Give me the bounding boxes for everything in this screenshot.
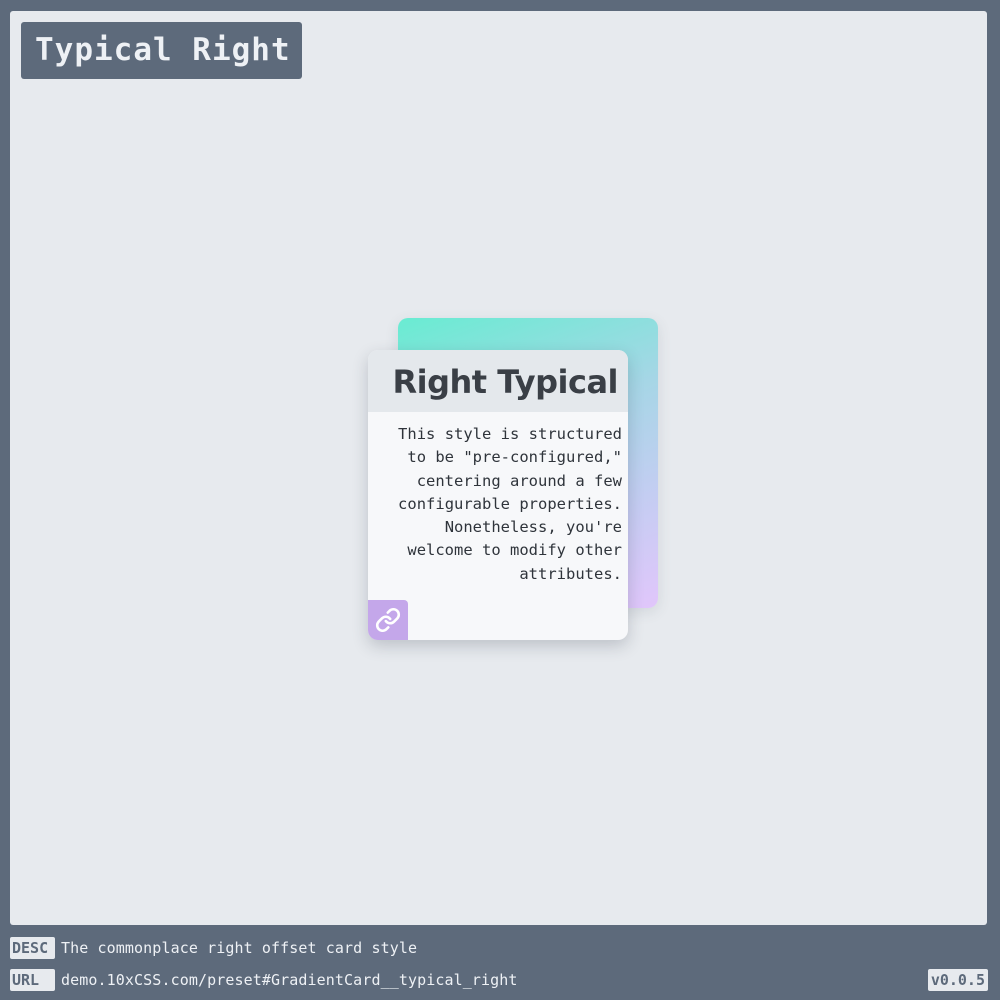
card-title: Right Typical (392, 363, 618, 401)
link-icon (375, 607, 401, 633)
card-link-button[interactable] (368, 600, 408, 640)
version-badge: v0.0.5 (927, 969, 988, 991)
preview-stage: Typical Right Right Typical This style i… (10, 11, 987, 925)
url-tag: URL (10, 969, 55, 991)
gradient-card: Right Typical This style is structured t… (368, 350, 628, 640)
card-header: Right Typical (368, 350, 628, 412)
desc-text: The commonplace right offset card style (61, 939, 418, 957)
desc-tag: DESC (10, 937, 55, 959)
footer-desc-row: DESC The commonplace right offset card s… (10, 937, 417, 959)
footer-url-row: URL demo.10xCSS.com/preset#GradientCard_… (10, 969, 518, 991)
page-title: Typical Right (21, 22, 302, 79)
card-body-text: This style is structured to be "pre-conf… (398, 425, 622, 583)
url-link[interactable]: demo.10xCSS.com/preset#GradientCard__typ… (61, 971, 518, 989)
